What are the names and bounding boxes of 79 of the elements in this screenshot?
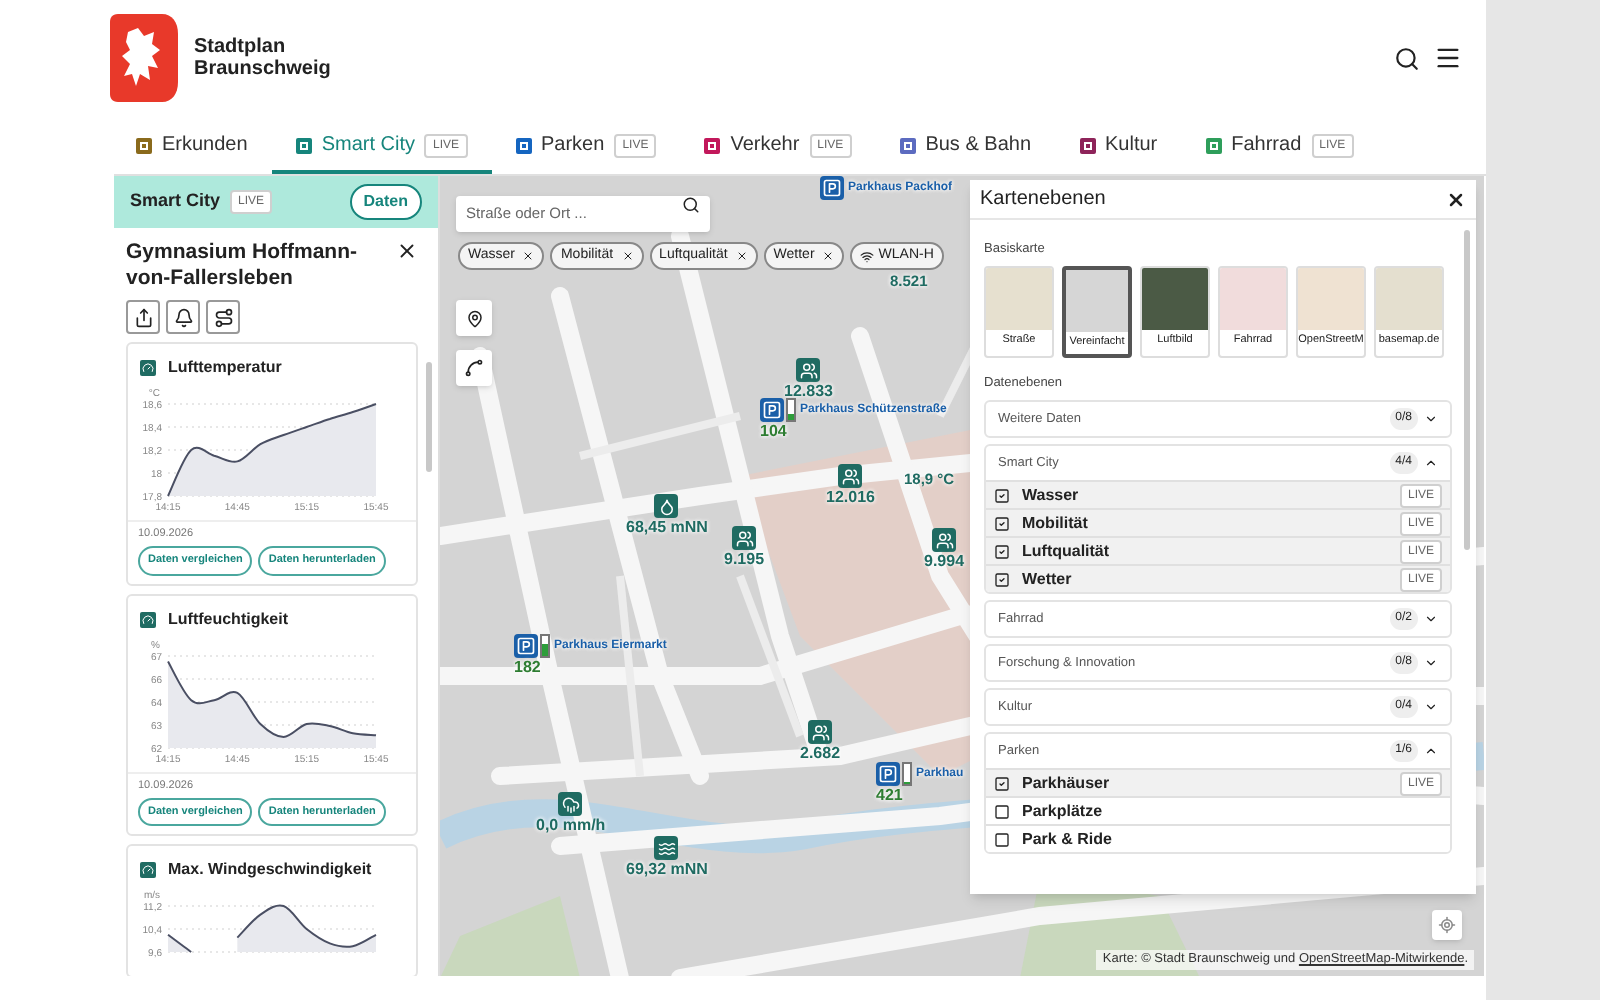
checked-checkbox-icon[interactable] — [994, 571, 1010, 587]
marker-value: 9.195 — [724, 550, 765, 570]
people-icon[interactable] — [796, 358, 821, 382]
share-button[interactable] — [126, 300, 160, 334]
layer-label: Luftqualität — [1022, 539, 1112, 563]
category-tab[interactable]: Bus & Bahn — [875, 120, 1055, 174]
close-icon[interactable] — [396, 240, 418, 262]
panel-title: Smart City — [130, 188, 221, 215]
crosshair-icon — [1438, 916, 1456, 934]
app-title: Stadtplan — [194, 36, 288, 58]
checked-checkbox-icon[interactable] — [994, 515, 1010, 531]
card-title: Luftfeuchtigkeit — [168, 607, 288, 631]
card-title: Lufttemperatur — [168, 356, 282, 380]
wifi-icon — [860, 249, 875, 263]
free-spaces-count: 104 — [760, 422, 787, 440]
parking-icon[interactable] — [820, 176, 844, 200]
logo-icon[interactable] — [110, 14, 178, 102]
checkbox-icon[interactable] — [994, 803, 1010, 819]
people-icon[interactable] — [732, 526, 757, 550]
curve-icon — [464, 358, 484, 378]
marker-value: 12.833 — [784, 382, 833, 402]
sensor-icon — [140, 611, 156, 627]
layer-row[interactable]: Parkplätze — [986, 796, 1450, 824]
layer-label: Parkplätze — [1022, 799, 1105, 823]
marker-value: 2.682 — [800, 744, 841, 764]
remove-icon[interactable] — [822, 250, 835, 262]
remove-icon[interactable] — [735, 250, 748, 262]
locate-pin-button[interactable] — [456, 300, 492, 336]
people-icon[interactable] — [808, 720, 833, 744]
marker-value: 9.994 — [924, 552, 965, 572]
layer-label: Wasser — [1022, 483, 1081, 507]
bell-button[interactable] — [166, 300, 200, 334]
layer-label: Park & Ride — [1022, 827, 1114, 851]
measure-button[interactable] — [456, 350, 492, 386]
marker-value: 69,32 mNN — [626, 860, 708, 880]
share-icon — [133, 307, 153, 327]
panel-title: Kartenebenen — [980, 186, 1106, 214]
parking-icon[interactable] — [760, 398, 784, 422]
menu-icon[interactable] — [1434, 44, 1462, 72]
checkbox-icon[interactable] — [994, 831, 1010, 847]
scrollbar-thumb[interactable] — [426, 362, 432, 472]
locate-button[interactable] — [1432, 910, 1462, 940]
checked-checkbox-icon[interactable] — [994, 543, 1010, 559]
route-button[interactable] — [206, 300, 240, 334]
layer-label: Wetter — [1022, 567, 1074, 591]
layer-label: Mobilität — [1022, 511, 1090, 535]
rain-cloud-icon[interactable] — [558, 792, 583, 816]
sensor-icon — [140, 360, 156, 376]
marker-value: 0,0 mm/h — [536, 816, 606, 836]
search-icon[interactable] — [682, 195, 700, 213]
category-tab[interactable]: Kultur — [1055, 120, 1182, 174]
checked-checkbox-icon[interactable] — [994, 487, 1010, 503]
parking-icon[interactable] — [876, 762, 900, 786]
marker-value: 12.016 — [826, 488, 875, 508]
waves-icon[interactable] — [654, 836, 679, 860]
data-button[interactable]: Daten — [349, 184, 422, 220]
category-tab[interactable]: Erkunden — [112, 120, 272, 174]
free-spaces-count: 421 — [876, 786, 903, 804]
remove-icon[interactable] — [621, 250, 634, 262]
card-title: Max. Windgeschwindigkeit — [168, 858, 372, 882]
layer-label: Parkhäuser — [1022, 771, 1112, 795]
layer-row[interactable]: Park & Ride — [986, 824, 1450, 852]
remove-icon[interactable] — [522, 250, 535, 262]
droplet-icon[interactable] — [654, 494, 679, 518]
route-icon — [213, 307, 233, 327]
scrollbar-thumb[interactable] — [1464, 230, 1470, 550]
location-heading: Gymnasium Hoffmann-von-Fallersleben — [126, 240, 360, 292]
sensor-icon — [140, 862, 156, 878]
marker-value: 68,45 mNN — [626, 518, 708, 538]
map-pin-icon — [465, 309, 483, 327]
close-icon[interactable] — [1446, 189, 1466, 209]
people-icon[interactable] — [932, 528, 957, 552]
bell-icon — [173, 307, 193, 327]
people-icon[interactable] — [838, 464, 863, 488]
checked-checkbox-icon[interactable] — [994, 775, 1010, 791]
free-spaces-count: 182 — [514, 658, 541, 676]
search-icon[interactable] — [1394, 45, 1420, 71]
app-title: Braunschweig — [194, 58, 331, 80]
parking-icon[interactable] — [514, 634, 538, 658]
